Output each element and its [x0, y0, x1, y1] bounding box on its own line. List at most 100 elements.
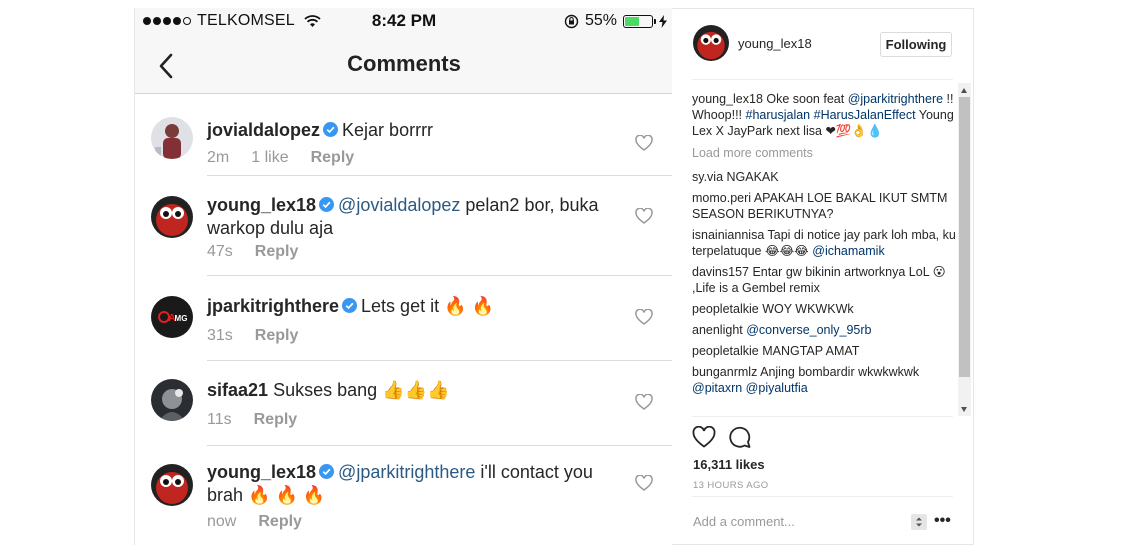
- phone-screenshot: TELKOMSEL 8:42 PM 55% Comments jovialdal…: [134, 8, 672, 545]
- verified-badge-icon: [342, 298, 358, 313]
- lock-rotation-icon: [564, 14, 579, 28]
- list-item: isnainiannisa Tapi di notice jay park lo…: [692, 227, 958, 259]
- like-heart-icon[interactable]: [635, 309, 653, 325]
- comment-username[interactable]: peopletalkie: [692, 302, 759, 316]
- comment-list: jovialdalopez Kejar borrrr 2m 1 like Reply …: [135, 95, 672, 545]
- comment-body: WOY WKWKWk: [758, 302, 854, 316]
- comment-meta: 2m 1 like Reply: [207, 149, 376, 167]
- comment-body: NGAKAK: [723, 170, 779, 184]
- divider: [692, 79, 953, 80]
- like-heart-icon[interactable]: [692, 426, 716, 448]
- list-item: bunganrmlz Anjing bombardir wkwkwkwk @pi…: [692, 364, 958, 396]
- comment-username[interactable]: momo.peri: [692, 191, 751, 205]
- reply-button[interactable]: Reply: [254, 411, 298, 428]
- like-heart-icon[interactable]: [635, 394, 653, 410]
- avatar[interactable]: [151, 196, 193, 238]
- comment-text: young_lex18 @jparkitrighthere i'll contac…: [207, 461, 607, 507]
- caption-username[interactable]: young_lex18: [692, 92, 763, 106]
- comment-mention[interactable]: @pitaxrn @piyalutfia: [692, 381, 808, 395]
- comment-mention[interactable]: @ichamamik: [812, 244, 884, 258]
- comment-mention[interactable]: @converse_only_95rb: [746, 323, 871, 337]
- status-bar: TELKOMSEL 8:42 PM 55%: [135, 8, 672, 36]
- caption-hashtag[interactable]: #harusjalan: [746, 108, 811, 122]
- scrollbar-thumb[interactable]: [959, 97, 970, 377]
- comment-time: now: [207, 513, 237, 530]
- list-item: sy.via NGAKAK: [692, 169, 958, 185]
- comment-bubble-icon[interactable]: [728, 426, 752, 448]
- comment-meta: 31s Reply: [207, 327, 320, 345]
- more-options-button[interactable]: •••: [934, 513, 951, 529]
- post-username[interactable]: young_lex18: [738, 36, 812, 51]
- list-item: momo.peri APAKAH LOE BAKAL IKUT SMTM SEA…: [692, 190, 958, 222]
- add-comment-input[interactable]: Add a comment...: [693, 514, 795, 529]
- comment-meta: 47s Reply: [207, 243, 320, 261]
- reply-button[interactable]: Reply: [311, 149, 355, 166]
- comment-mention[interactable]: @jovialdalopez: [338, 195, 460, 215]
- comment-username[interactable]: isnainiannisa: [692, 228, 764, 242]
- comment-body: Kejar borrrr: [342, 120, 434, 140]
- list-item: anenlight @converse_only_95rb: [692, 322, 958, 338]
- avatar[interactable]: [693, 25, 729, 61]
- page-title: Comments: [347, 51, 461, 76]
- comment-body: MANGTAP AMAT: [758, 344, 860, 358]
- status-right: 55%: [564, 12, 667, 30]
- resize-stepper-icon[interactable]: [911, 514, 927, 530]
- following-button[interactable]: Following: [880, 32, 952, 57]
- comment-time: 47s: [207, 243, 233, 260]
- avatar[interactable]: [151, 379, 193, 421]
- comment-username[interactable]: anenlight: [692, 323, 743, 337]
- comment-username[interactable]: davins157: [692, 265, 749, 279]
- comment-body: Sukses bang 👍👍👍: [273, 380, 450, 400]
- comment-username[interactable]: jparkitrighthere: [207, 296, 339, 316]
- verified-badge-icon: [319, 464, 335, 479]
- comment-item: young_lex18 @jovialdalopez pelan2 bor, bu…: [151, 176, 672, 276]
- comment-username[interactable]: sy.via: [692, 170, 723, 184]
- comment-username[interactable]: peopletalkie: [692, 344, 759, 358]
- reply-button[interactable]: Reply: [255, 327, 299, 344]
- comment-time: 31s: [207, 327, 233, 344]
- comment-username[interactable]: bunganrmlz: [692, 365, 757, 379]
- battery-percent: 55%: [584, 12, 617, 29]
- comment-username[interactable]: young_lex18: [207, 195, 316, 215]
- avatar[interactable]: [151, 464, 193, 506]
- svg-text:MG: MG: [175, 314, 188, 323]
- comment-username[interactable]: sifaa21: [207, 380, 268, 400]
- comment-body: Lets get it 🔥 🔥: [361, 296, 494, 316]
- scroll-down-arrow-icon[interactable]: [961, 407, 967, 412]
- avatar[interactable]: [151, 117, 193, 159]
- comment-username[interactable]: jovialdalopez: [207, 120, 320, 140]
- caption: young_lex18 Oke soon feat @jparkitrighth…: [692, 91, 958, 139]
- comment-text: jovialdalopez Kejar borrrr: [207, 119, 607, 142]
- post-comment-list: young_lex18 Oke soon feat @jparkitrighth…: [692, 91, 958, 416]
- comment-time: 11s: [207, 411, 232, 428]
- comment-meta: 11s Reply: [207, 411, 319, 429]
- caption-mention[interactable]: @jparkitrighthere: [848, 92, 943, 106]
- divider: [692, 416, 953, 417]
- like-heart-icon[interactable]: [635, 135, 653, 151]
- comment-time: 2m: [207, 149, 230, 166]
- like-heart-icon[interactable]: [635, 475, 653, 491]
- comment-text: young_lex18 @jovialdalopez pelan2 bor, bu…: [207, 194, 607, 240]
- list-item: davins157 Entar gw bikinin artworknya Lo…: [692, 264, 958, 296]
- comment-likes[interactable]: 1 like: [251, 149, 288, 166]
- caption-text: Oke soon feat: [762, 92, 848, 106]
- caption-hashtag[interactable]: #HarusJalanEffect: [814, 108, 916, 122]
- comment-username[interactable]: young_lex18: [207, 462, 316, 482]
- comments-scrollbar[interactable]: [958, 83, 971, 416]
- comment-text: jparkitrighthere Lets get it 🔥 🔥: [207, 295, 607, 318]
- like-count[interactable]: 16,311 likes: [693, 457, 765, 472]
- scroll-up-arrow-icon[interactable]: [961, 88, 967, 93]
- comment-mention[interactable]: @jparkitrighthere: [338, 462, 475, 482]
- reply-button[interactable]: Reply: [258, 513, 302, 530]
- avatar[interactable]: A MG: [151, 296, 193, 338]
- load-more-comments-link[interactable]: Load more comments: [692, 145, 958, 161]
- comment-item: sifaa21 Sukses bang 👍👍👍 11s Reply: [151, 361, 672, 446]
- like-heart-icon[interactable]: [635, 208, 653, 224]
- comment-meta: now Reply: [207, 513, 324, 531]
- verified-badge-icon: [319, 197, 335, 212]
- reply-button[interactable]: Reply: [255, 243, 299, 260]
- battery-icon: [623, 14, 656, 28]
- list-item: peopletalkie MANGTAP AMAT: [692, 343, 958, 359]
- comment-item: young_lex18 @jparkitrighthere i'll contac…: [151, 446, 672, 545]
- divider: [692, 496, 953, 497]
